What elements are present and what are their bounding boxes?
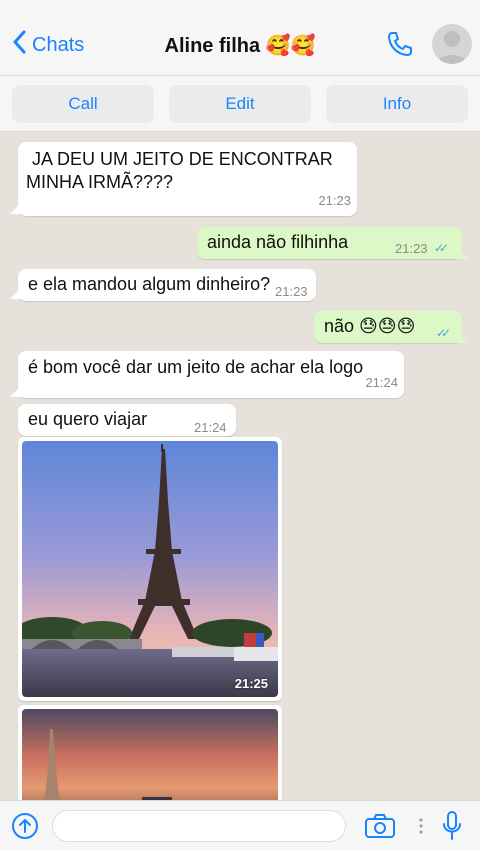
bubble-tail [10,202,22,214]
call-button[interactable]: Call [12,85,154,123]
message-list[interactable]: JA DEU UM JEITO DE ENCONTRAR MINHA IRMÃ?… [0,133,480,800]
read-ticks-icon: ✓✓ [434,241,449,255]
message-time: 21:25 [234,676,268,691]
message-bubble-outgoing[interactable]: não 😓😓😓 ✓✓ [314,311,462,343]
message-time: 21:24 [365,375,398,390]
message-text: não 😓😓😓 [324,316,416,336]
message-text: eu quero viajar [28,409,148,429]
camera-icon[interactable] [364,813,396,839]
message-time: 21:23 [395,241,428,256]
message-text: JA DEU UM JEITO DE ENCONTRAR MINHA IRMÃ?… [26,148,333,194]
read-ticks-icon: ✓✓ [436,326,451,340]
message-bubble-incoming[interactable]: JA DEU UM JEITO DE ENCONTRAR MINHA IRMÃ?… [18,142,357,216]
phone-icon[interactable] [386,30,414,63]
message-text: e ela mandou algum dinheiro? [28,274,271,294]
bubble-tail [456,331,468,343]
info-button[interactable]: Info [326,85,468,123]
microphone-icon[interactable] [442,810,462,842]
message-bubble-incoming[interactable]: e ela mandou algum dinheiro? 21:23 [18,269,316,301]
eiffel-tower-photo: 21:25 [22,441,278,697]
upload-icon[interactable] [11,812,39,840]
message-time: 21:23 [275,284,308,299]
drag-handle-icon [418,814,424,838]
chat-header: Chats Aline filha 🥰🥰 [0,0,480,76]
message-input[interactable] [52,810,346,842]
message-line: MINHA IRMÃ???? [26,172,174,192]
message-bubble-outgoing[interactable]: ainda não filhinha 21:23 ✓✓ [197,227,462,259]
message-line: JA DEU UM JEITO DE ENCONTRAR [32,149,333,169]
message-time: 21:24 [194,420,227,435]
message-text: ainda não filhinha [207,232,349,252]
message-text: é bom você dar um jeito de achar ela log… [28,357,364,377]
contact-actions-bar: Call Edit Info [0,76,480,132]
edit-button[interactable]: Edit [169,85,311,123]
message-bubble-incoming[interactable]: eu quero viajar 21:24 [18,404,236,436]
image-message[interactable]: 21:25 [18,437,282,701]
message-bubble-incoming[interactable]: é bom você dar um jeito de achar ela log… [18,351,404,398]
bubble-tail [456,247,468,259]
message-time: 21:23 [318,193,351,208]
image-message[interactable] [18,705,282,800]
avatar-icon[interactable] [432,24,472,64]
paris-skyline-photo [22,709,278,800]
message-input-bar [0,800,480,850]
